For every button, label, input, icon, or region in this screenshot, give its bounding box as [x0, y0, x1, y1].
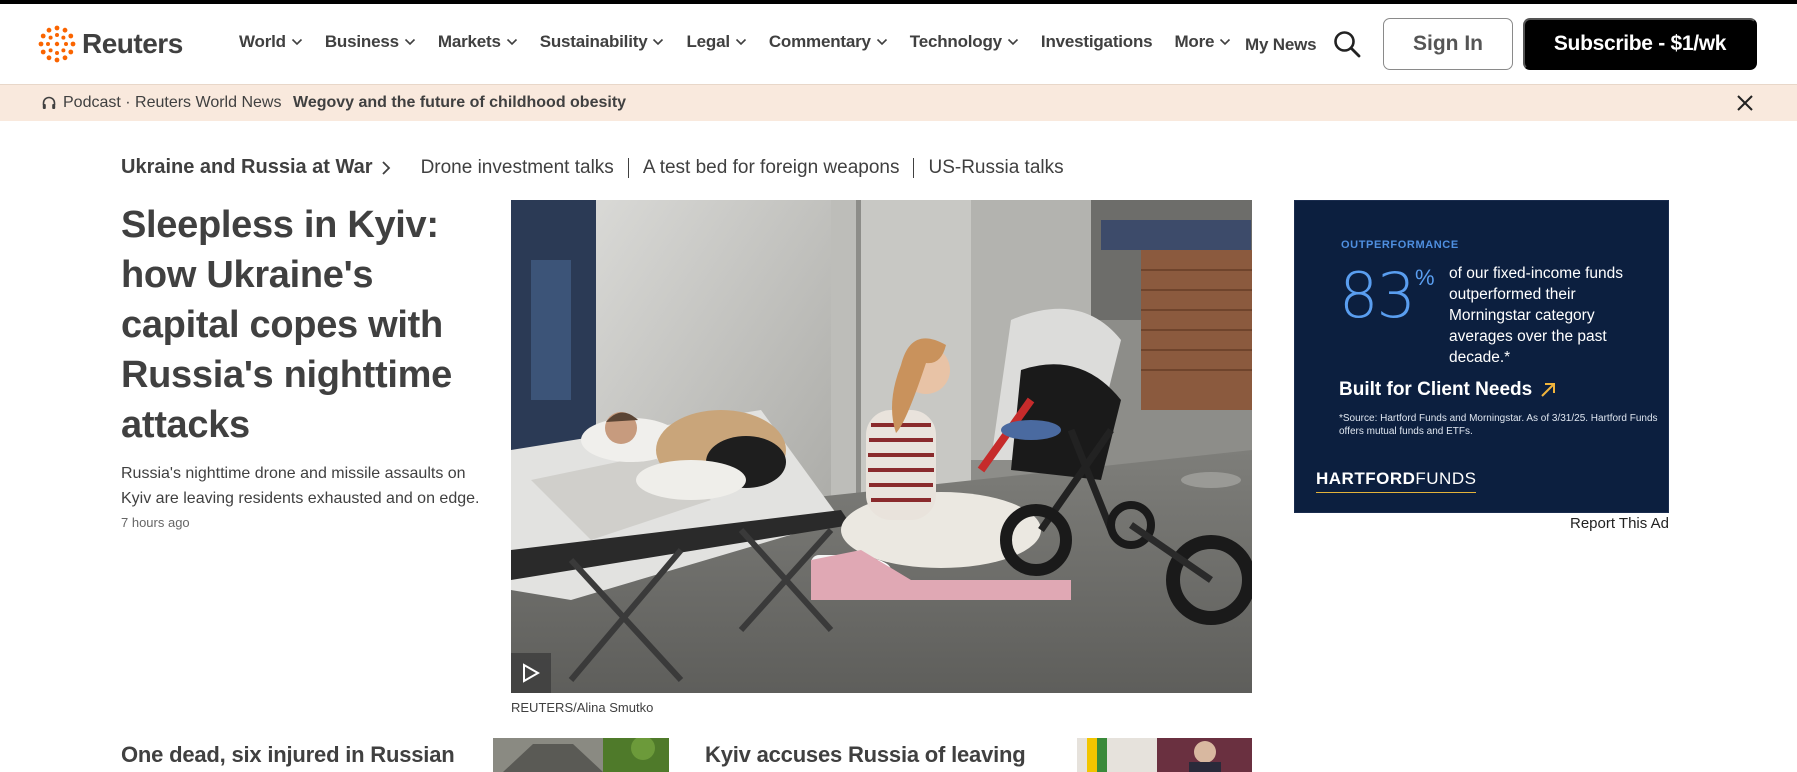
podcast-title-link[interactable]: Wegovy and the future of childhood obesi… — [293, 94, 626, 112]
story-thumbnail-image — [1077, 738, 1252, 772]
chevron-down-icon — [291, 38, 302, 46]
topic-link-us-russia[interactable]: US-Russia talks — [928, 157, 1063, 179]
lead-photo[interactable] — [511, 200, 1252, 693]
nav-item-commentary[interactable]: Commentary — [769, 32, 888, 52]
reuters-logo-icon — [38, 25, 76, 63]
chevron-down-icon — [404, 38, 415, 46]
report-ad-link[interactable]: Report This Ad — [1570, 515, 1669, 532]
nav-item-label: Markets — [437, 32, 501, 51]
play-icon — [523, 663, 540, 683]
nav-item-label: Technology — [909, 32, 1002, 51]
reuters-logo[interactable]: Reuters — [38, 23, 183, 65]
topic-divider — [627, 157, 629, 178]
chevron-down-icon — [1007, 38, 1018, 46]
nav-item-business[interactable]: Business — [325, 32, 416, 52]
chevron-down-icon — [653, 38, 664, 46]
lead-timestamp: 7 hours ago — [121, 515, 190, 530]
topic-main-link[interactable]: Ukraine and Russia at War — [121, 156, 391, 179]
chevron-right-icon — [381, 160, 390, 175]
chevron-down-icon — [1220, 38, 1231, 46]
nav-item-world[interactable]: World — [239, 32, 303, 52]
site-header: Reuters World Business Markets Sustainabili… — [0, 4, 1797, 84]
main-nav: World Business Markets Sustainability Legal C… — [239, 32, 1253, 52]
story-thumbnail[interactable] — [493, 738, 669, 772]
story-headline[interactable]: Kyiv accuses Russia of leaving — [705, 742, 1026, 768]
close-icon[interactable] — [1735, 93, 1755, 113]
nav-item-markets[interactable]: Markets — [438, 32, 518, 52]
ad-cta-label: Built for Client Needs — [1339, 379, 1533, 400]
ad-copy: of our fixed-income funds outperformed t… — [1449, 265, 1624, 366]
story-thumbnail[interactable] — [1077, 738, 1252, 772]
hartford-funds-logo: HARTFORDFUNDS — [1316, 469, 1477, 493]
lead-description: Russia's nighttime drone and missile ass… — [121, 465, 480, 507]
nav-item-label: Sustainability — [539, 32, 648, 51]
headphones-icon — [42, 96, 56, 109]
topic-link-drone-investment[interactable]: Drone investment talks — [421, 157, 614, 179]
nav-item-label: World — [239, 32, 286, 51]
ad-percent-sign: % — [1415, 265, 1435, 290]
play-video-button[interactable] — [511, 653, 551, 693]
arrow-up-right-icon — [1541, 383, 1556, 397]
nav-item-label: Legal — [686, 32, 730, 51]
subscribe-button[interactable]: Subscribe - $1/wk — [1523, 18, 1757, 70]
nav-item-label: More — [1174, 32, 1215, 51]
hartford-funds-ad[interactable]: OUTPERFORMANCE 83 % of our fixed-income … — [1294, 200, 1669, 513]
lead-photo-illustration — [511, 200, 1252, 693]
nav-item-legal[interactable]: Legal — [686, 32, 746, 52]
ad-source-note: *Source: Hartford Funds and Morningstar.… — [1339, 413, 1658, 437]
nav-item-label: Investigations — [1040, 32, 1153, 51]
nav-item-more[interactable]: More — [1174, 32, 1231, 52]
sign-in-button[interactable]: Sign In — [1383, 18, 1513, 70]
photo-caption: REUTERS/Alina Smutko — [511, 700, 654, 715]
nav-item-label: Commentary — [768, 32, 871, 51]
ad-cta-link[interactable]: Built for Client Needs — [1339, 379, 1556, 401]
topic-row: Ukraine and Russia at War Drone investme… — [121, 156, 1064, 179]
story-thumbnail-image — [493, 738, 669, 772]
my-news-link[interactable]: My News — [1245, 35, 1317, 55]
chevron-down-icon — [735, 38, 746, 46]
logo-text: Reuters — [82, 28, 183, 59]
ad-big-number: 83 — [1339, 259, 1416, 332]
search-icon[interactable] — [1332, 29, 1362, 59]
topic-link-test-bed[interactable]: A test bed for foreign weapons — [643, 157, 900, 179]
podcast-label: Podcast · Reuters World News — [63, 94, 282, 111]
chevron-down-icon — [506, 38, 517, 46]
topic-divider — [913, 157, 915, 178]
nav-item-technology[interactable]: Technology — [910, 32, 1019, 52]
lead-headline[interactable]: Sleepless in Kyiv: how Ukraine's capital… — [121, 200, 471, 450]
topic-main-label: Ukraine and Russia at War — [121, 156, 373, 178]
ad-kicker: OUTPERFORMANCE — [1341, 239, 1459, 251]
chevron-down-icon — [876, 38, 887, 46]
story-headline[interactable]: One dead, six injured in Russian — [121, 742, 455, 768]
nav-item-sustainability[interactable]: Sustainability — [540, 32, 665, 52]
podcast-banner[interactable]: Podcast · Reuters World News Wegovy and … — [0, 84, 1797, 121]
nav-item-label: Business — [324, 32, 399, 51]
nav-item-investigations[interactable]: Investigations — [1041, 32, 1153, 52]
